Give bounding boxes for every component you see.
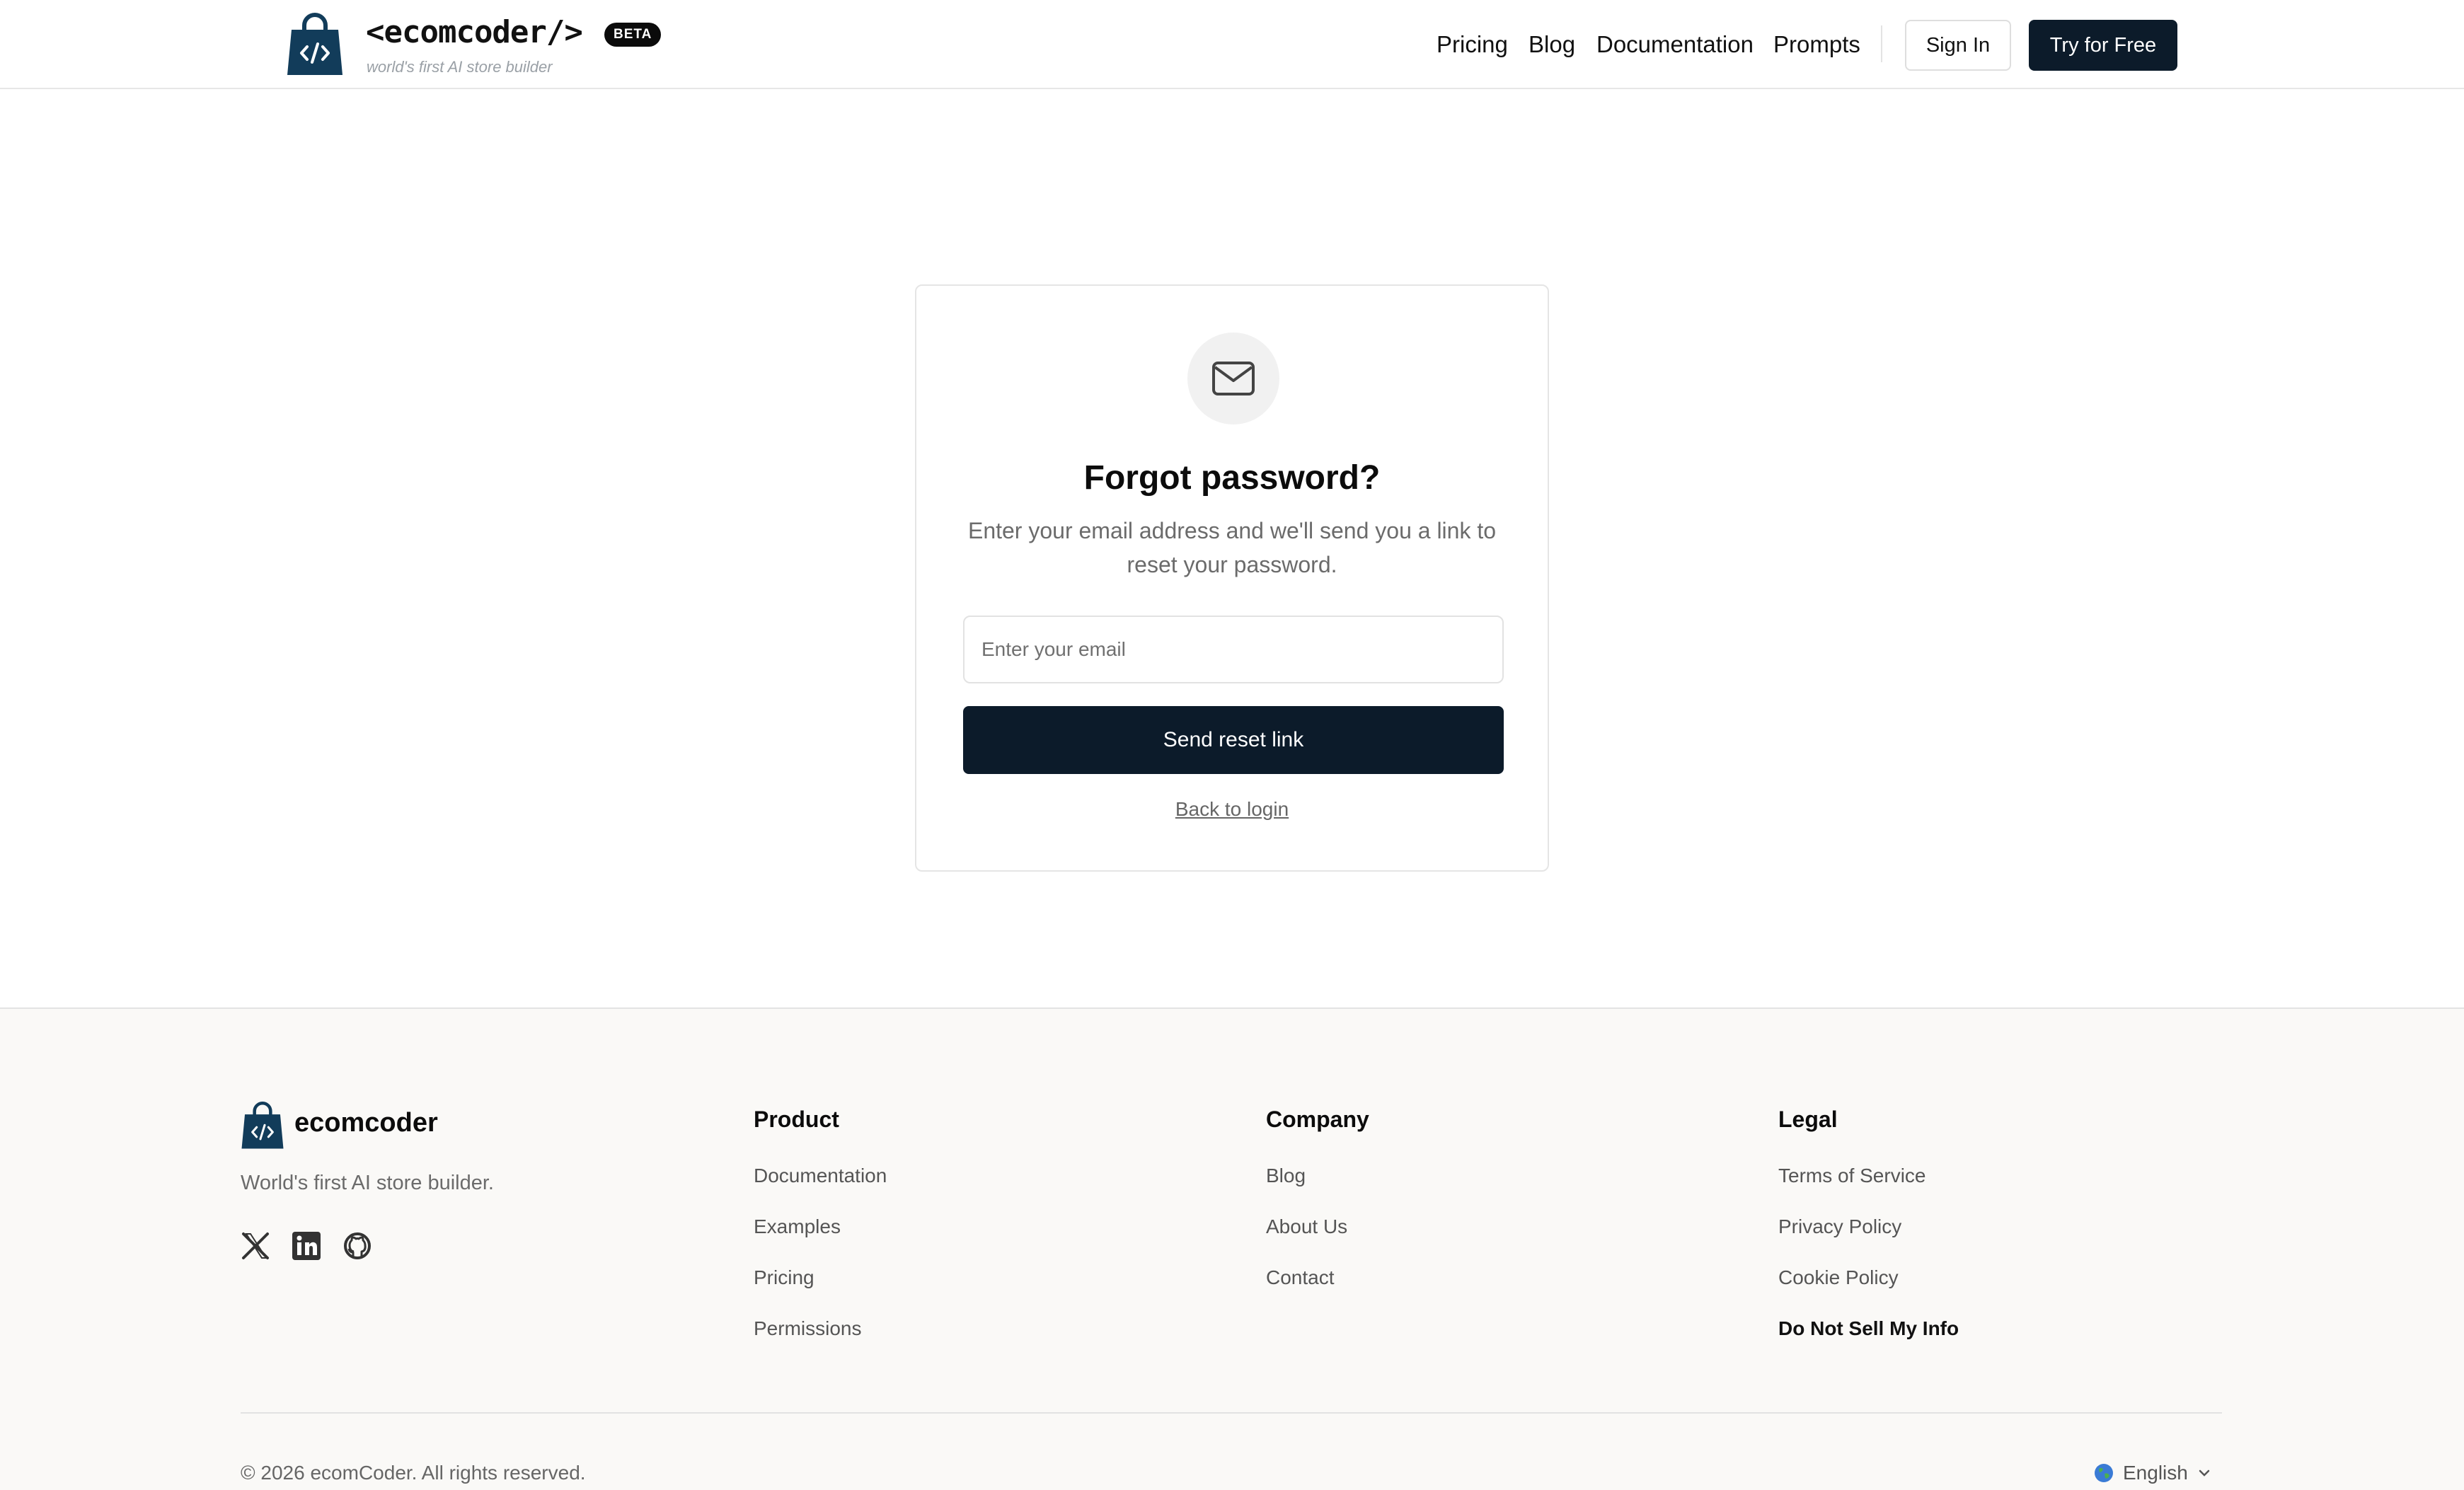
nav-blog[interactable]: Blog bbox=[1529, 31, 1575, 58]
x-icon[interactable] bbox=[241, 1231, 270, 1261]
beta-badge: BETA bbox=[604, 23, 662, 47]
page-subtitle: Enter your email address and we'll send … bbox=[967, 518, 1497, 577]
footer-heading-legal: Legal bbox=[1778, 1107, 1838, 1132]
try-for-free-button[interactable]: Try for Free bbox=[2029, 20, 2177, 71]
brand-logo[interactable]: <ecomcoder/> bbox=[366, 14, 583, 50]
footer-link-about-us[interactable]: About Us bbox=[1266, 1215, 1347, 1238]
sign-in-button[interactable]: Sign In bbox=[1905, 20, 2011, 71]
globe-icon bbox=[2095, 1464, 2113, 1482]
nav-divider bbox=[1881, 25, 1882, 62]
footer-brand[interactable]: ecomcoder bbox=[294, 1108, 438, 1138]
site-footer: ecomcoder World's first AI store builder… bbox=[0, 1007, 2464, 1490]
tagline: world's first AI store builder bbox=[367, 58, 553, 76]
footer-link-cookie-policy[interactable]: Cookie Policy bbox=[1778, 1266, 1899, 1289]
footer-logo-bag-icon[interactable] bbox=[241, 1101, 284, 1150]
github-icon[interactable] bbox=[342, 1231, 372, 1261]
footer-link-blog[interactable]: Blog bbox=[1266, 1165, 1306, 1187]
footer-link-terms-of-service[interactable]: Terms of Service bbox=[1778, 1165, 1926, 1187]
copyright: © 2026 ecomCoder. All rights reserved. bbox=[241, 1462, 586, 1484]
email-input[interactable] bbox=[963, 616, 1504, 683]
language-label: English bbox=[2123, 1462, 2188, 1484]
site-header: <ecomcoder/> BETA world's first AI store… bbox=[0, 0, 2464, 89]
back-to-login-link[interactable]: Back to login bbox=[916, 798, 1548, 821]
chevron-down-icon bbox=[2199, 1469, 2210, 1477]
footer-link-privacy-policy[interactable]: Privacy Policy bbox=[1778, 1215, 1901, 1238]
footer-heading-company: Company bbox=[1266, 1107, 1369, 1132]
footer-link-do-not-sell[interactable]: Do Not Sell My Info bbox=[1778, 1317, 1959, 1340]
page-title: Forgot password? bbox=[1083, 459, 1381, 497]
footer-link-examples[interactable]: Examples bbox=[754, 1215, 841, 1238]
footer-tagline: World's first AI store builder. bbox=[241, 1172, 494, 1194]
forgot-password-card: Forgot password? Enter your email addres… bbox=[915, 284, 1549, 872]
footer-link-documentation[interactable]: Documentation bbox=[754, 1165, 887, 1187]
footer-link-pricing[interactable]: Pricing bbox=[754, 1266, 814, 1289]
language-selector[interactable]: English bbox=[2093, 1462, 2212, 1484]
footer-divider bbox=[241, 1412, 2222, 1414]
mail-icon-circle bbox=[1187, 333, 1279, 425]
nav-pricing[interactable]: Pricing bbox=[1437, 31, 1508, 58]
footer-heading-product: Product bbox=[754, 1107, 839, 1132]
send-reset-link-button[interactable]: Send reset link bbox=[963, 706, 1504, 774]
nav-prompts[interactable]: Prompts bbox=[1773, 31, 1860, 58]
footer-link-contact[interactable]: Contact bbox=[1266, 1266, 1335, 1289]
footer-link-permissions[interactable]: Permissions bbox=[754, 1317, 861, 1340]
nav-documentation[interactable]: Documentation bbox=[1596, 31, 1754, 58]
mail-icon bbox=[1212, 362, 1255, 395]
linkedin-icon[interactable] bbox=[292, 1231, 321, 1261]
logo-bag-icon[interactable] bbox=[286, 13, 344, 76]
